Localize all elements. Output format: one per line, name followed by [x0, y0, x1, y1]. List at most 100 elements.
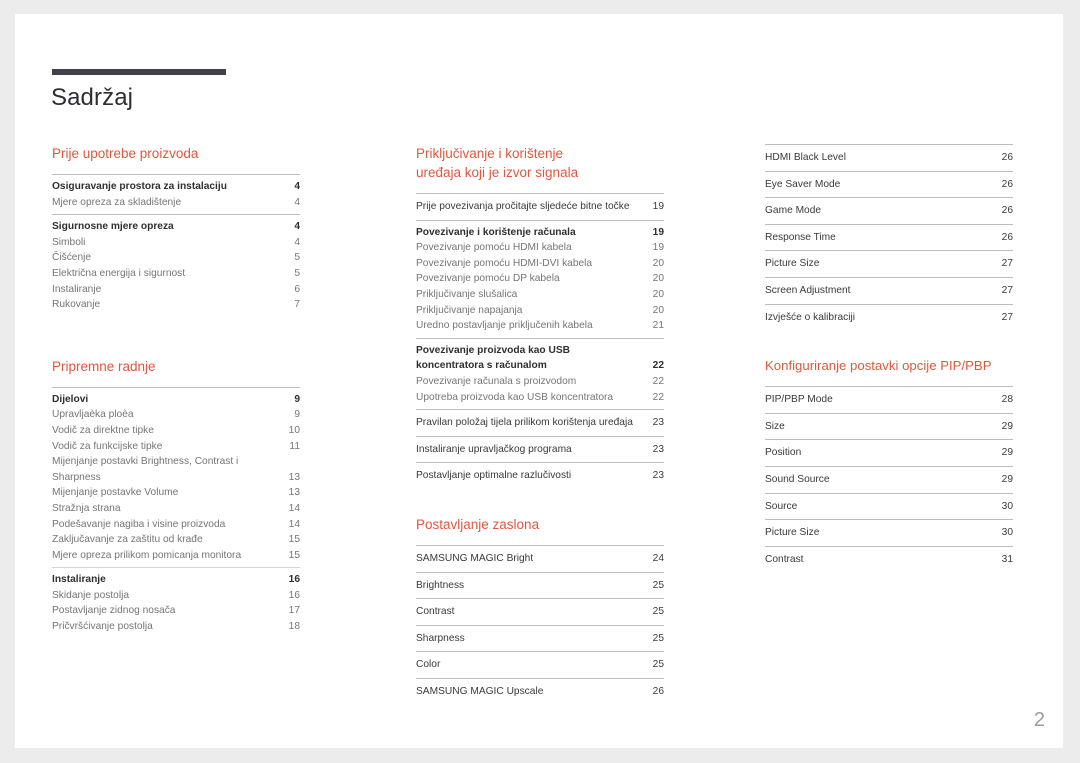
toc-entry-page: 25	[652, 632, 664, 644]
toc-entry-page: 11	[289, 440, 300, 452]
toc-entry[interactable]: Eye Saver Mode 26	[765, 177, 1013, 193]
toc-entry-label: Contrast	[416, 606, 455, 618]
toc-entry[interactable]: Upotreba proizvoda kao USB koncentratora…	[416, 390, 664, 406]
toc-entry-page: 20	[652, 257, 664, 269]
toc-entry[interactable]: Vodič za direktne tipke 10	[52, 423, 300, 439]
toc-group: Contrast 31	[765, 545, 1013, 573]
toc-entry[interactable]: Rukovanje 7	[52, 297, 300, 313]
toc-entry[interactable]: SAMSUNG MAGIC Bright 24	[416, 551, 664, 567]
toc-entry[interactable]: Stražnja strana 14	[52, 501, 300, 517]
toc-entry-label: Vodič za direktne tipke	[52, 424, 154, 436]
toc-entry[interactable]: Priključivanje slušalica 20	[416, 287, 664, 303]
toc-entry[interactable]: Izvješće o kalibraciji 27	[765, 310, 1013, 326]
toc-entry-label: Vodič za funkcijske tipke	[52, 440, 163, 452]
toc-entry[interactable]: Pričvršćivanje postolja 18	[52, 619, 300, 635]
toc-entry-label: Sharpness	[416, 632, 465, 644]
toc-entry-page: 26	[1001, 152, 1013, 163]
toc-entry-label: Povezivanje proizvoda kao USB koncentrat…	[416, 344, 570, 372]
toc-entry-label: Instaliranje	[52, 574, 106, 586]
toc-entry[interactable]: Position 29	[765, 445, 1013, 461]
toc-entry[interactable]: Postavljanje zidnog nosača 17	[52, 603, 300, 619]
toc-entry[interactable]: Source 30	[765, 499, 1013, 515]
toc-entry-page: 17	[288, 605, 300, 617]
toc-entry-page: 27	[1001, 284, 1013, 296]
toc-entry-page: 4	[294, 221, 300, 233]
toc-entry[interactable]: Priključivanje napajanja 20	[416, 303, 664, 319]
toc-group: Color 25	[416, 651, 664, 678]
toc-entry-label: Podešavanje nagiba i visine proizvoda	[52, 518, 226, 530]
toc-entry-page: 19	[652, 226, 664, 238]
toc-entry-page: 21	[652, 320, 664, 332]
toc-entry[interactable]: Size 29	[765, 419, 1013, 435]
toc-entry[interactable]: Mjere opreza za skladištenje 4	[52, 195, 300, 211]
toc-entry[interactable]: Upravljaèka ploèa 9	[52, 407, 300, 423]
toc-entry[interactable]: Brightness 25	[416, 578, 664, 594]
toc-entry[interactable]: Podešavanje nagiba i visine proizvoda 14	[52, 517, 300, 533]
toc-entry[interactable]: Game Mode 26	[765, 203, 1013, 219]
toc-entry-label: Postavljanje zidnog nosača	[52, 605, 176, 617]
toc-section: Prije upotrebe proizvoda Osiguravanje pro…	[52, 144, 300, 317]
section-heading: Pripremne radnje	[52, 358, 156, 374]
toc-entry[interactable]: Sigurnosne mjere opreza 4	[52, 219, 300, 235]
toc-entry-label: Zaključavanje za zaštitu od krađe	[52, 534, 203, 546]
toc-entry[interactable]: Response Time 26	[765, 230, 1013, 246]
toc-entry[interactable]: Dijelovi 9	[52, 392, 300, 408]
toc-entry[interactable]: Instaliranje 6	[52, 282, 300, 298]
toc-entry-label: HDMI Black Level	[765, 152, 846, 163]
toc-entry[interactable]: Povezivanje proizvoda kao USB koncentrat…	[416, 343, 664, 374]
toc-entry-page: 27	[1001, 311, 1013, 323]
toc-entry[interactable]: Picture Size 27	[765, 256, 1013, 272]
toc-entry[interactable]: Simboli 4	[52, 235, 300, 251]
toc-entry[interactable]: Povezivanje pomoću HDMI kabela 19	[416, 240, 664, 256]
toc-entry-page: 5	[294, 267, 300, 279]
toc-entry[interactable]: Contrast 31	[765, 552, 1013, 568]
toc-group: SAMSUNG MAGIC Upscale 26	[416, 677, 664, 705]
toc-entry[interactable]: Instaliranje upravljačkog programa 23	[416, 442, 664, 458]
toc-entry-page: 26	[652, 685, 664, 697]
toc-entry[interactable]: Pravilan položaj tijela prilikom korište…	[416, 415, 664, 431]
toc-section: Priključivanje i korištenje uređaja koji…	[416, 144, 664, 489]
toc-entry-page: 22	[652, 375, 664, 387]
toc-entry[interactable]: Picture Size 30	[765, 525, 1013, 541]
toc-group: Prije povezivanja pročitajte sljedeće bi…	[416, 193, 664, 220]
toc-entry-label: Povezivanje i korištenje računala	[416, 226, 576, 238]
toc-entry-label: SAMSUNG MAGIC Bright	[416, 552, 534, 564]
toc-section: Konfiguriranje postavki opcije PIP/PBP PI…	[765, 356, 1013, 572]
toc-entry[interactable]: HDMI Black Level 26	[765, 150, 1013, 166]
toc-entry[interactable]: Prije povezivanja pročitajte sljedeće bi…	[416, 199, 664, 215]
section-heading: Priključivanje i korištenje uređaja koji…	[416, 146, 579, 180]
toc-entry[interactable]: PIP/PBP Mode 28	[765, 392, 1013, 408]
toc-entry[interactable]: Povezivanje pomoću DP kabela 20	[416, 271, 664, 287]
toc-entry[interactable]: Sound Source 29	[765, 472, 1013, 488]
toc-entry-label: Izvješće o kalibraciji	[765, 311, 856, 323]
toc-entry[interactable]: Contrast 25	[416, 604, 664, 620]
toc-entry[interactable]: Color 25	[416, 657, 664, 673]
toc-entry[interactable]: Mijenjanje postavke Volume 13	[52, 485, 300, 501]
toc-entry[interactable]: Postavljanje optimalne razlučivosti 23	[416, 468, 664, 484]
toc-entry[interactable]: Sharpness 25	[416, 631, 664, 647]
toc-entry[interactable]: Osiguravanje prostora za instalaciju 4	[52, 179, 300, 195]
toc-entry[interactable]: Mijenjanje postavki Brightness, Contrast…	[52, 454, 300, 485]
toc-entry[interactable]: Povezivanje pomoću HDMI-DVI kabela 20	[416, 256, 664, 272]
toc-entry[interactable]: Zaključavanje za zaštitu od krađe 15	[52, 532, 300, 548]
toc-entry[interactable]: SAMSUNG MAGIC Upscale 26	[416, 684, 664, 700]
toc-entry[interactable]: Povezivanje i korištenje računala 19	[416, 225, 664, 241]
toc-entry[interactable]: Električna energija i sigurnost 5	[52, 266, 300, 282]
toc-entry[interactable]: Vodič za funkcijske tipke 11	[52, 439, 300, 455]
toc-entry[interactable]: Uredno postavljanje priključenih kabela 2…	[416, 318, 664, 334]
toc-entry-page: 30	[1001, 527, 1013, 539]
toc-group: HDMI Black Level 26	[765, 144, 1013, 171]
toc-entry-label: Picture Size	[765, 258, 820, 270]
toc-entry[interactable]: Skidanje postolja 16	[52, 588, 300, 604]
toc-entry[interactable]: Mjere opreza prilikom pomicanja monitora…	[52, 548, 300, 564]
toc-entry-label: Priključivanje slušalica	[416, 288, 518, 300]
toc-entry-page: 9	[294, 393, 300, 405]
toc-entry-label: Povezivanje pomoću HDMI-DVI kabela	[416, 257, 593, 269]
toc-entry-page: 20	[652, 288, 664, 300]
toc-entry[interactable]: Screen Adjustment 27	[765, 283, 1013, 299]
toc-section: HDMI Black Level 26 Eye Saver Mode 26 Game M…	[765, 144, 1013, 330]
toc-entry[interactable]: Čišćenje 5	[52, 250, 300, 266]
toc-entry[interactable]: Povezivanje računala s proizvodom 22	[416, 374, 664, 390]
toc-entry[interactable]: Instaliranje 16	[52, 572, 300, 588]
